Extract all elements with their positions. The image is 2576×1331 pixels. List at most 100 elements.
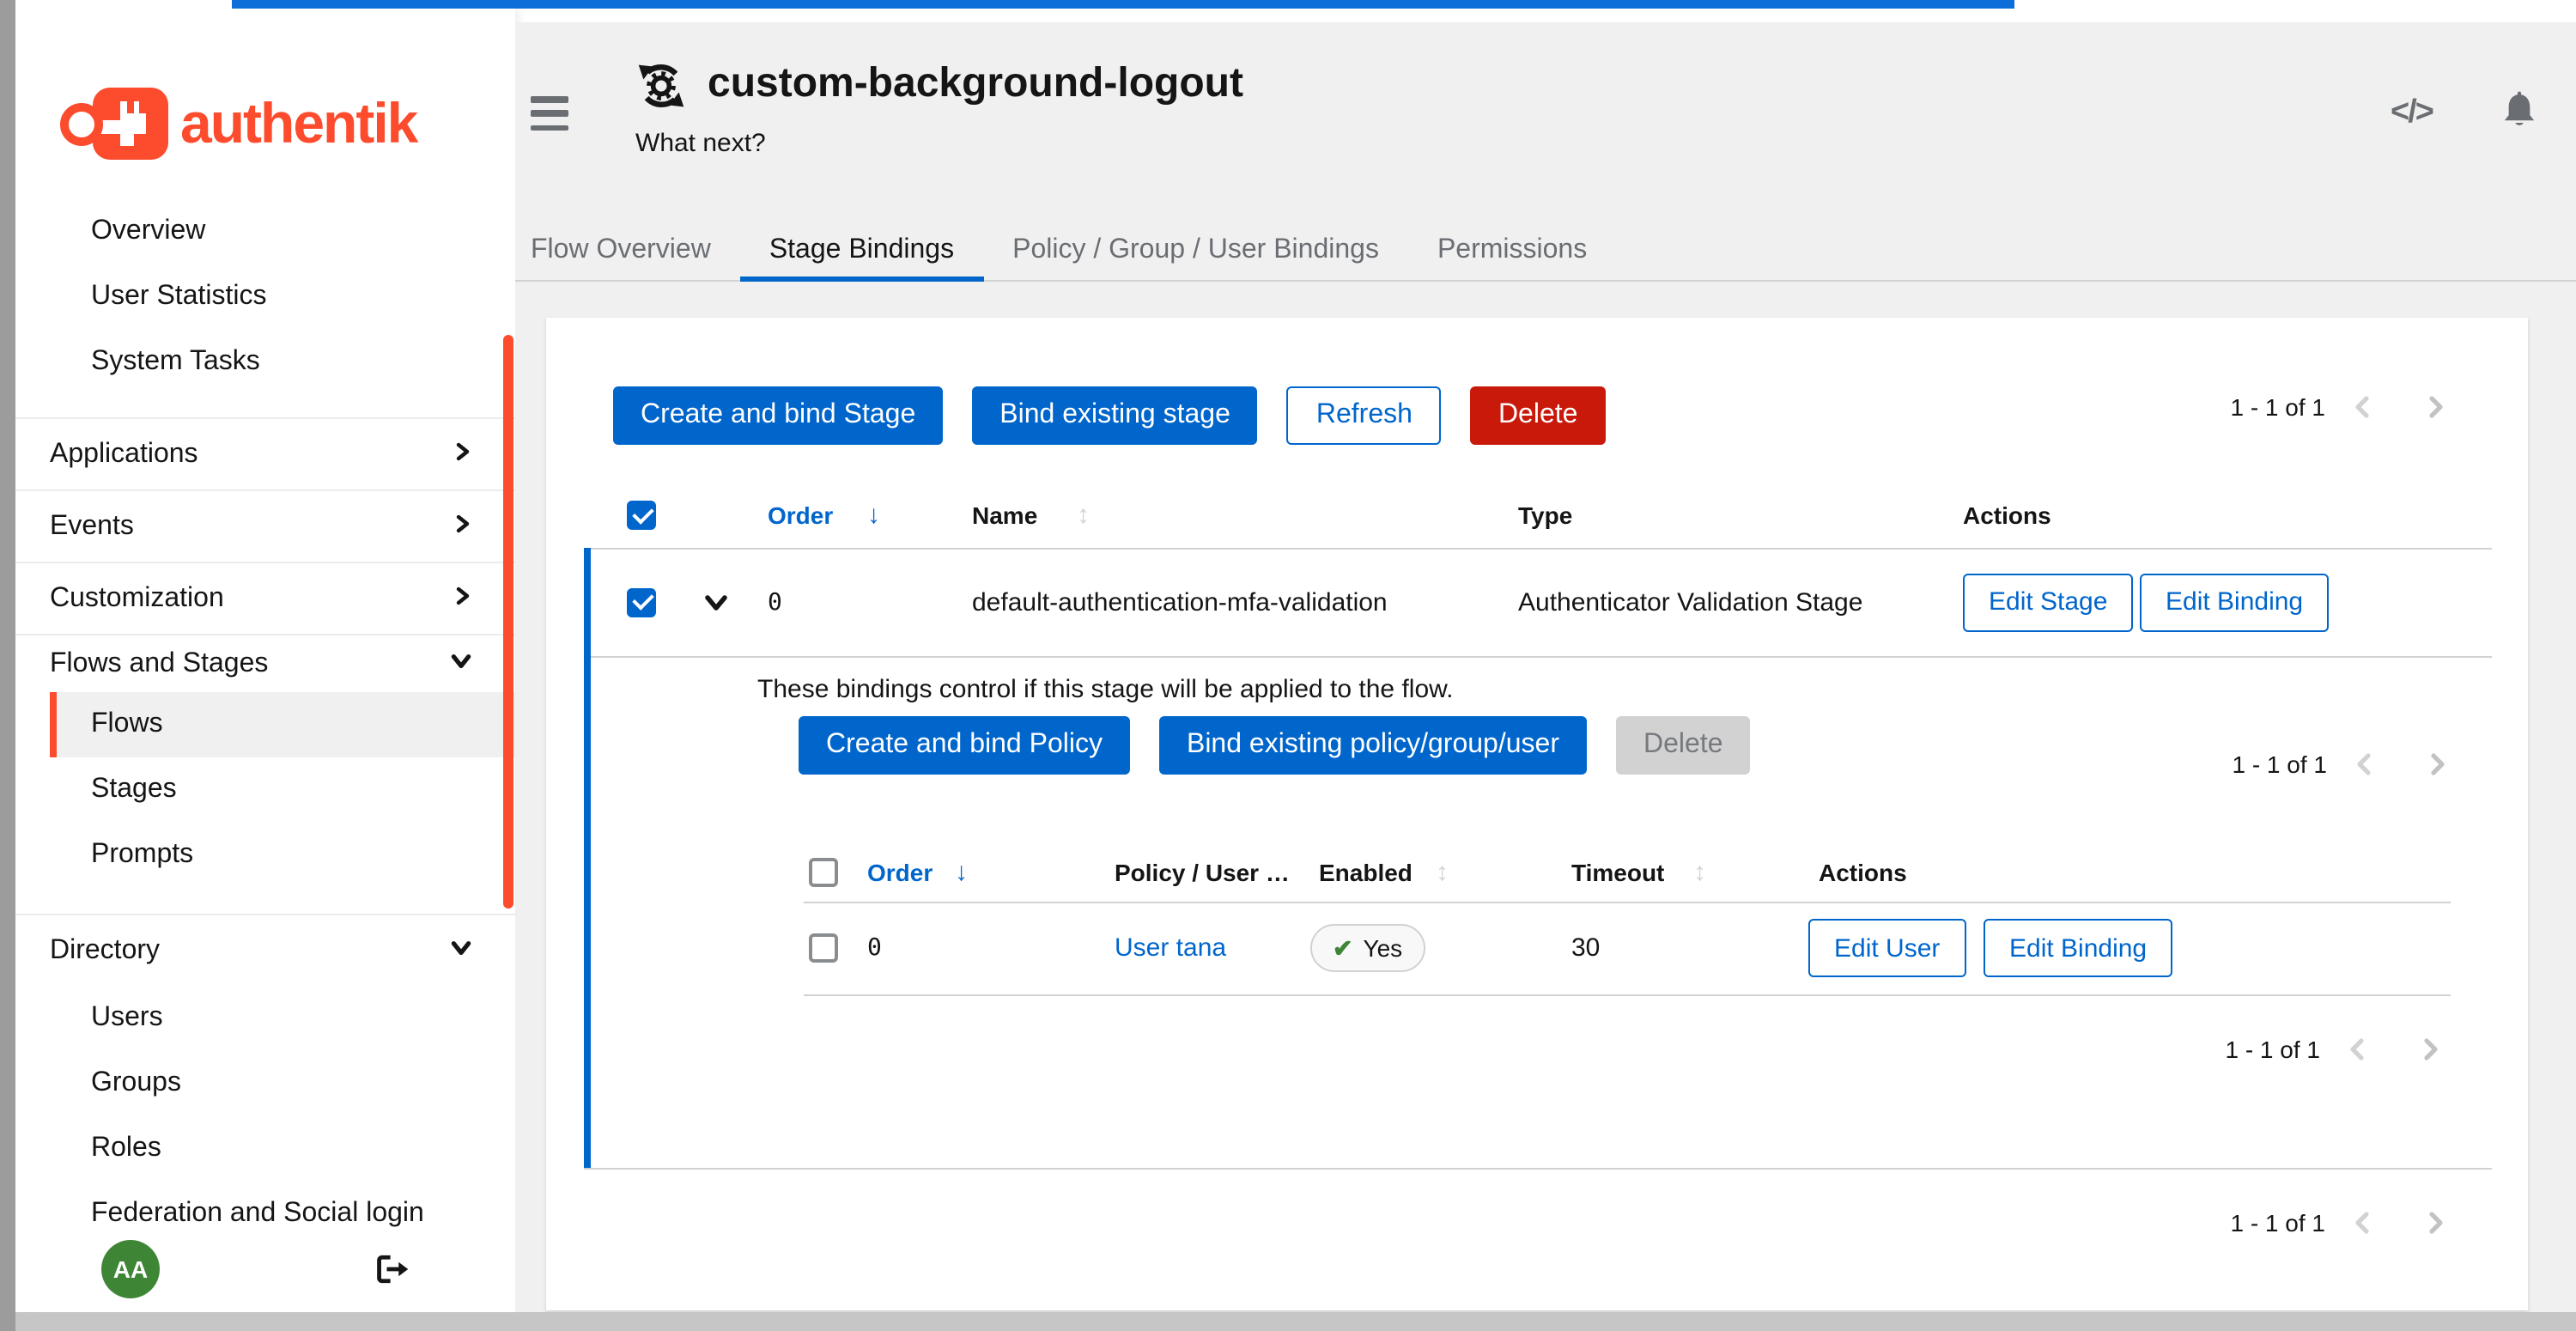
stage-bindings-card: Create and bind Stage Bind existing stag… bbox=[546, 318, 2528, 1310]
authentik-logo[interactable]: authentik bbox=[60, 84, 416, 163]
flow-process-icon bbox=[635, 60, 687, 112]
app-window: authentik Overview User Statistics Syste… bbox=[15, 9, 2576, 1312]
edit-user-button[interactable]: Edit User bbox=[1808, 919, 1965, 977]
bind-existing-stage-button[interactable]: Bind existing stage bbox=[972, 386, 1258, 445]
pagination-policy-bottom: 1 - 1 of 1 bbox=[2225, 1036, 2444, 1063]
sidebar-item-flows-and-stages[interactable]: Flows and Stages bbox=[15, 635, 515, 692]
chevron-down-icon bbox=[450, 935, 472, 966]
sidebar-item-directory[interactable]: Directory bbox=[15, 915, 515, 986]
sidebar-item-flows[interactable]: Flows bbox=[50, 692, 515, 757]
sidebar-item-applications[interactable]: Applications bbox=[15, 419, 515, 489]
select-all-checkbox[interactable] bbox=[627, 501, 656, 530]
sidebar-item-federation-social-login[interactable]: Federation and Social login bbox=[15, 1182, 515, 1247]
chevron-down-icon bbox=[450, 648, 472, 679]
sidebar-item-users[interactable]: Users bbox=[15, 986, 515, 1051]
stage-toolbar: Create and bind Stage Bind existing stag… bbox=[613, 386, 1605, 445]
tab-permissions[interactable]: Permissions bbox=[1408, 222, 1616, 280]
panel-description: These bindings control if this stage wil… bbox=[757, 675, 1453, 704]
column-name[interactable]: Name bbox=[972, 501, 1037, 529]
column-actions: Actions bbox=[1819, 858, 1907, 885]
cell-type: Authenticator Validation Stage bbox=[1518, 587, 1862, 617]
column-order[interactable]: Order bbox=[867, 858, 933, 885]
pagination-policy-top: 1 - 1 of 1 bbox=[2232, 751, 2451, 778]
stage-binding-row: 0 default-authentication-mfa-validation … bbox=[584, 548, 2492, 658]
tab-policy-group-user-bindings[interactable]: Policy / Group / User Bindings bbox=[983, 222, 1408, 280]
bind-existing-policy-button[interactable]: Bind existing policy/group/user bbox=[1159, 716, 1587, 775]
expanded-row-accent-bar bbox=[584, 548, 591, 1168]
sidebar-item-stages[interactable]: Stages bbox=[15, 757, 515, 823]
row-checkbox[interactable] bbox=[627, 587, 656, 617]
main-area: custom-background-logout What next? </> … bbox=[515, 22, 2576, 1312]
sortable-icon[interactable]: ↕ bbox=[1077, 501, 1090, 530]
column-order[interactable]: Order bbox=[768, 501, 833, 529]
api-code-icon[interactable]: </> bbox=[2391, 94, 2433, 132]
select-all-checkbox[interactable] bbox=[809, 857, 838, 886]
sidebar-scrollbar[interactable] bbox=[503, 335, 513, 909]
page-next-icon[interactable] bbox=[2421, 393, 2449, 421]
sort-desc-icon[interactable]: ↓ bbox=[955, 857, 968, 886]
logo-key-icon bbox=[93, 88, 168, 160]
cell-order: 0 bbox=[867, 934, 882, 962]
window-edge-left bbox=[0, 0, 15, 1331]
tab-flow-overview[interactable]: Flow Overview bbox=[531, 222, 740, 280]
tab-stage-bindings[interactable]: Stage Bindings bbox=[740, 222, 983, 280]
page-subtitle: What next? bbox=[635, 129, 766, 158]
browser-loading-bar bbox=[232, 0, 2014, 9]
tab-bar: Flow Overview Stage Bindings Policy / Gr… bbox=[515, 222, 2576, 282]
sort-desc-icon[interactable]: ↓ bbox=[867, 501, 880, 530]
sidebar-item-groups[interactable]: Groups bbox=[15, 1051, 515, 1116]
brand-wordmark: authentik bbox=[180, 91, 416, 156]
enabled-badge: ✔ Yes bbox=[1310, 924, 1425, 972]
pagination-bottom: 1 - 1 of 1 bbox=[2230, 1209, 2449, 1237]
chevron-right-icon bbox=[452, 439, 472, 470]
sortable-icon[interactable]: ↕ bbox=[1693, 857, 1706, 886]
row-checkbox[interactable] bbox=[809, 933, 838, 963]
logo-key-ring-icon bbox=[60, 102, 103, 145]
sidebar-item-overview[interactable]: Overview bbox=[15, 199, 515, 264]
sidebar-item-system-tasks[interactable]: System Tasks bbox=[15, 330, 515, 395]
sidebar-item-roles[interactable]: Roles bbox=[15, 1116, 515, 1182]
column-policy-user[interactable]: Policy / User … bbox=[1115, 858, 1290, 885]
page-prev-icon[interactable] bbox=[2344, 1036, 2372, 1063]
page-prev-icon[interactable] bbox=[2349, 393, 2377, 421]
window-edge-bottom bbox=[15, 1312, 2576, 1331]
stage-table-header: Order ↓ Name ↕ Type Actions bbox=[584, 483, 2492, 550]
create-and-bind-stage-button[interactable]: Create and bind Stage bbox=[613, 386, 943, 445]
policy-toolbar: Create and bind Policy Bind existing pol… bbox=[799, 716, 1751, 775]
refresh-button[interactable]: Refresh bbox=[1287, 386, 1442, 445]
create-and-bind-policy-button[interactable]: Create and bind Policy bbox=[799, 716, 1130, 775]
chevron-right-icon bbox=[452, 583, 472, 614]
column-type: Type bbox=[1518, 501, 1572, 529]
edit-binding-button[interactable]: Edit Binding bbox=[2140, 573, 2329, 631]
screen: authentik Overview User Statistics Syste… bbox=[0, 0, 2576, 1331]
sidebar-nav: Overview User Statistics System Tasks Ap… bbox=[15, 199, 515, 1247]
page-next-icon[interactable] bbox=[2416, 1036, 2444, 1063]
cell-order: 0 bbox=[768, 588, 782, 616]
policy-user-link[interactable]: User tana bbox=[1115, 933, 1226, 963]
edit-binding-button[interactable]: Edit Binding bbox=[1984, 919, 2172, 977]
edit-stage-button[interactable]: Edit Stage bbox=[1963, 573, 2133, 631]
sidebar-item-prompts[interactable]: Prompts bbox=[15, 823, 515, 888]
delete-policy-button[interactable]: Delete bbox=[1616, 716, 1751, 775]
page-prev-icon[interactable] bbox=[2349, 1209, 2377, 1237]
logout-icon[interactable] bbox=[373, 1250, 410, 1288]
sortable-icon[interactable]: ↕ bbox=[1436, 857, 1449, 886]
row-expand-chevron-icon[interactable] bbox=[702, 588, 730, 616]
notifications-bell-icon[interactable] bbox=[2500, 91, 2538, 132]
account-row: AA bbox=[101, 1240, 410, 1298]
cell-name: default-authentication-mfa-validation bbox=[972, 587, 1388, 617]
pagination-top: 1 - 1 of 1 bbox=[2230, 393, 2449, 421]
column-enabled[interactable]: Enabled bbox=[1319, 858, 1413, 885]
sidebar-item-user-statistics[interactable]: User Statistics bbox=[15, 264, 515, 330]
sidebar-item-customization[interactable]: Customization bbox=[15, 563, 515, 634]
policy-bindings-panel: These bindings control if this stage wil… bbox=[584, 656, 2492, 1170]
avatar[interactable]: AA bbox=[101, 1240, 160, 1298]
page-prev-icon[interactable] bbox=[2351, 751, 2379, 778]
page-next-icon[interactable] bbox=[2421, 1209, 2449, 1237]
column-timeout[interactable]: Timeout bbox=[1571, 858, 1664, 885]
menu-toggle-icon[interactable] bbox=[531, 96, 568, 131]
page-next-icon[interactable] bbox=[2423, 751, 2451, 778]
sidebar-item-events[interactable]: Events bbox=[15, 491, 515, 562]
delete-button[interactable]: Delete bbox=[1471, 386, 1606, 445]
policy-table-header: Order ↓ Policy / User … Enabled ↕ Timeou… bbox=[804, 842, 2451, 903]
